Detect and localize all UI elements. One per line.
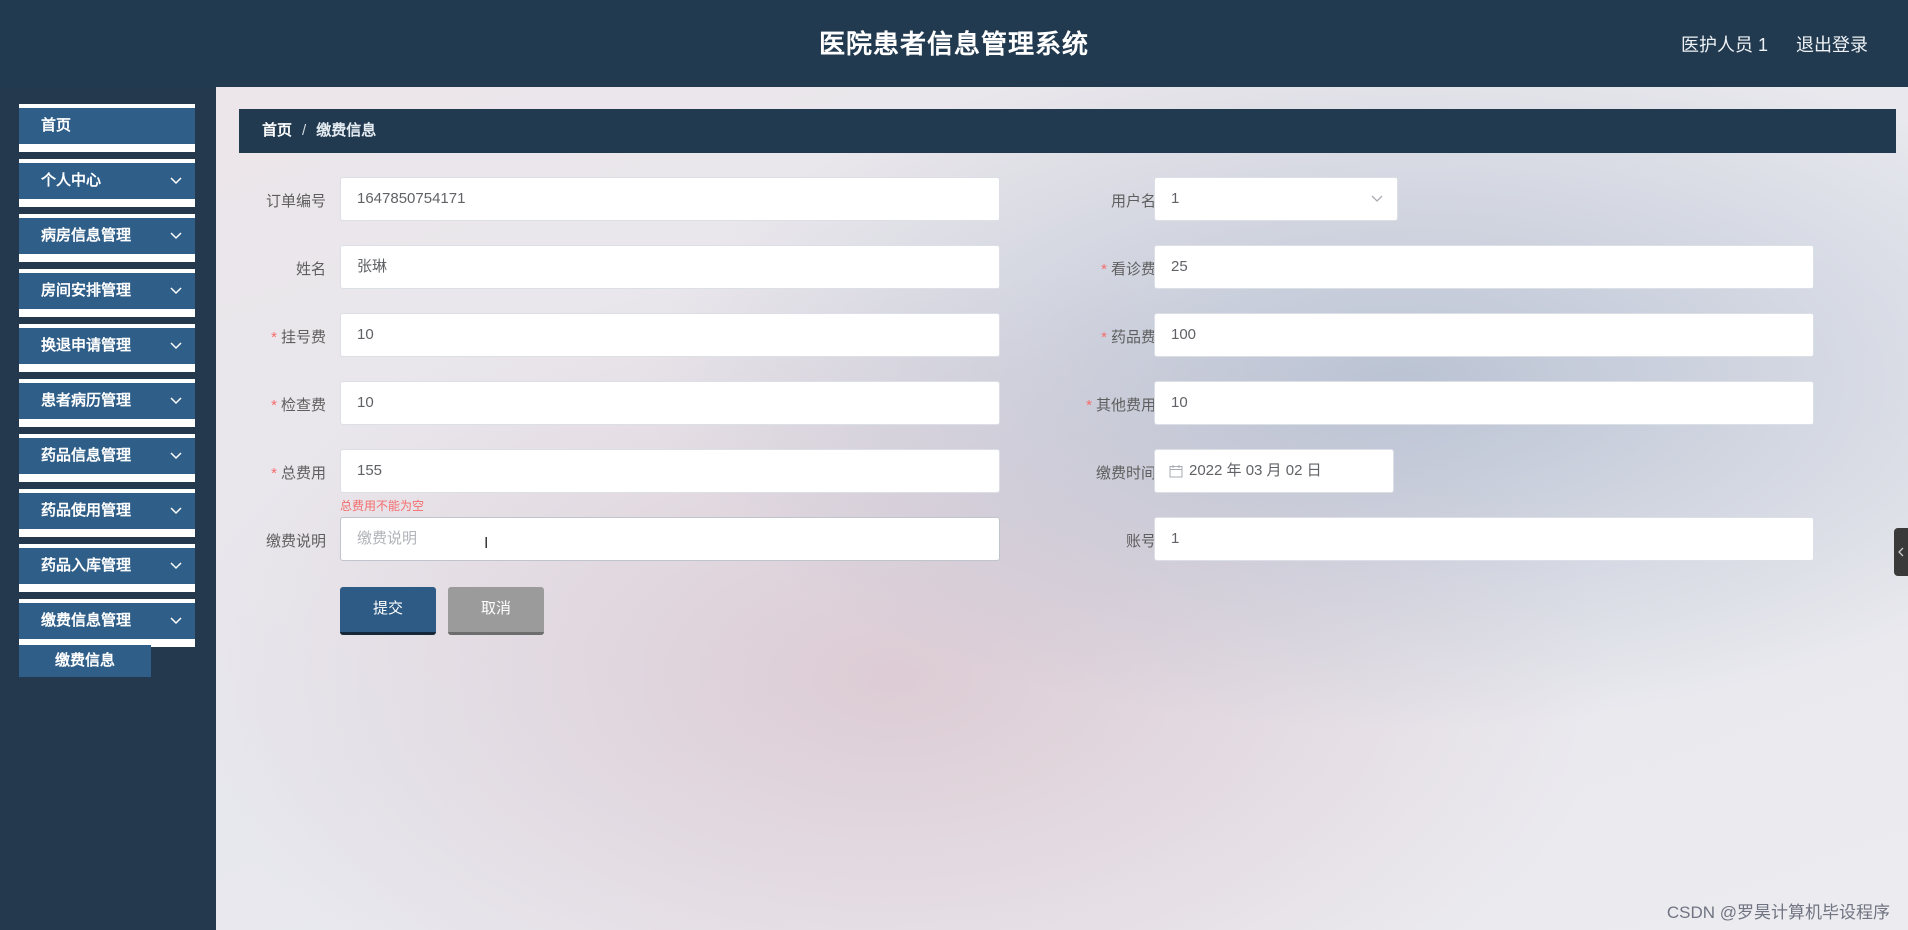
sidebar-item-label: 病房信息管理 (41, 227, 132, 244)
watermark: CSDN @罗昊计算机毕设程序 (1666, 903, 1890, 922)
current-user: 医护人员 1 (1680, 35, 1768, 55)
pay-time-value: 2022 年 03 月 02 日 (1189, 462, 1322, 479)
pay-time-label: 缴费时间 (1095, 465, 1156, 482)
sidebar-item-personal-center[interactable]: 个人中心 (19, 159, 195, 207)
drug-fee-field[interactable]: 100 (1154, 313, 1814, 357)
sidebar-item-exchange-request[interactable]: 换退申请管理 (19, 324, 195, 372)
sidebar-item-label: 药品入库管理 (41, 557, 132, 574)
chevron-left-icon (1898, 547, 1904, 557)
chevron-down-icon (170, 617, 182, 625)
pay-note-label: 缴费说明 (265, 533, 326, 550)
total-fee-label: * 总费用 (271, 465, 326, 482)
sidebar-item-medical-records[interactable]: 患者病历管理 (19, 379, 195, 427)
order-no-label: 订单编号 (265, 193, 326, 210)
sidebar-item-room-arrangement[interactable]: 房间安排管理 (19, 269, 195, 317)
sidebar-item-payment-management[interactable]: 缴费信息管理 (19, 599, 195, 647)
breadcrumb-home[interactable]: 首页 (262, 122, 292, 139)
drug-fee-label: * 药品费 (1101, 329, 1156, 346)
name-field[interactable]: 张琳 (340, 245, 1000, 289)
other-fee-label: * 其他费用 (1086, 397, 1156, 414)
sidebar: 首页 个人中心 病房信息管理 房间安排管理 换退申请管理 患者病历管理 药品信息… (0, 87, 216, 930)
chevron-down-icon (170, 177, 182, 185)
sidebar-item-ward-info[interactable]: 病房信息管理 (19, 214, 195, 262)
order-no-field[interactable]: 1647850754171 (340, 177, 1000, 221)
sidebar-item-label: 缴费信息管理 (41, 612, 132, 629)
register-fee-label: * 挂号费 (271, 329, 326, 346)
sidebar-item-label: 房间安排管理 (41, 282, 132, 299)
sidebar-item-label: 患者病历管理 (41, 392, 132, 409)
chevron-down-icon (1371, 195, 1383, 202)
chevron-down-icon (170, 232, 182, 240)
exam-fee-field[interactable]: 10 (340, 381, 1000, 425)
chevron-down-icon (170, 507, 182, 515)
account-field[interactable]: 1 (1154, 517, 1814, 561)
consult-fee-label: * 看诊费 (1101, 261, 1156, 278)
breadcrumb-separator: / (302, 122, 307, 139)
chevron-down-icon (170, 342, 182, 350)
username-value: 1 (1171, 190, 1180, 207)
sidebar-item-label: 首页 (41, 117, 72, 134)
side-drawer-handle[interactable] (1894, 528, 1908, 576)
pay-note-input[interactable]: 缴费说明 (340, 517, 1000, 561)
sidebar-subitem-payment-info[interactable]: 缴费信息 (19, 645, 151, 677)
submit-button[interactable]: 提交 (340, 587, 436, 635)
total-fee-error: 总费用不能为空 (340, 499, 425, 513)
account-label: 账号 (1125, 533, 1156, 550)
pay-time-picker[interactable]: 2022 年 03 月 02 日 (1154, 449, 1394, 493)
sidebar-item-label: 药品使用管理 (41, 502, 132, 519)
exam-fee-label: * 检查费 (271, 397, 326, 414)
total-fee-field[interactable]: 155 (340, 449, 1000, 493)
breadcrumb-current: 缴费信息 (316, 122, 377, 139)
chevron-down-icon (170, 397, 182, 405)
sidebar-item-drug-info[interactable]: 药品信息管理 (19, 434, 195, 482)
other-fee-field[interactable]: 10 (1154, 381, 1814, 425)
sidebar-item-label: 药品信息管理 (41, 447, 132, 464)
breadcrumb: 首页 / 缴费信息 (239, 109, 1896, 153)
logout-button[interactable]: 退出登录 (1796, 31, 1868, 57)
sidebar-item-drug-stock-in[interactable]: 药品入库管理 (19, 544, 195, 592)
cancel-button[interactable]: 取消 (448, 587, 544, 635)
top-bar: 医院患者信息管理系统 医护人员 1 退出登录 (0, 0, 1908, 91)
username-select[interactable]: 1 (1154, 177, 1398, 221)
main-content: 首页 / 缴费信息 订单编号 1647850754171 用户名 1 姓名 张琳 *… (216, 87, 1908, 930)
sidebar-item-drug-usage[interactable]: 药品使用管理 (19, 489, 195, 537)
chevron-down-icon (170, 452, 182, 460)
text-cursor-icon: I (484, 535, 489, 552)
chevron-down-icon (170, 287, 182, 295)
sidebar-item-label: 换退申请管理 (41, 337, 132, 354)
chevron-down-icon (170, 562, 182, 570)
calendar-icon (1169, 465, 1183, 478)
sidebar-item-label: 个人中心 (41, 172, 102, 189)
page-title: 医院患者信息管理系统 (818, 29, 1089, 59)
register-fee-field[interactable]: 10 (340, 313, 1000, 357)
username-label: 用户名 (1110, 193, 1156, 210)
sidebar-item-home[interactable]: 首页 (19, 104, 195, 152)
consult-fee-field[interactable]: 25 (1154, 245, 1814, 289)
name-label: 姓名 (295, 261, 326, 278)
